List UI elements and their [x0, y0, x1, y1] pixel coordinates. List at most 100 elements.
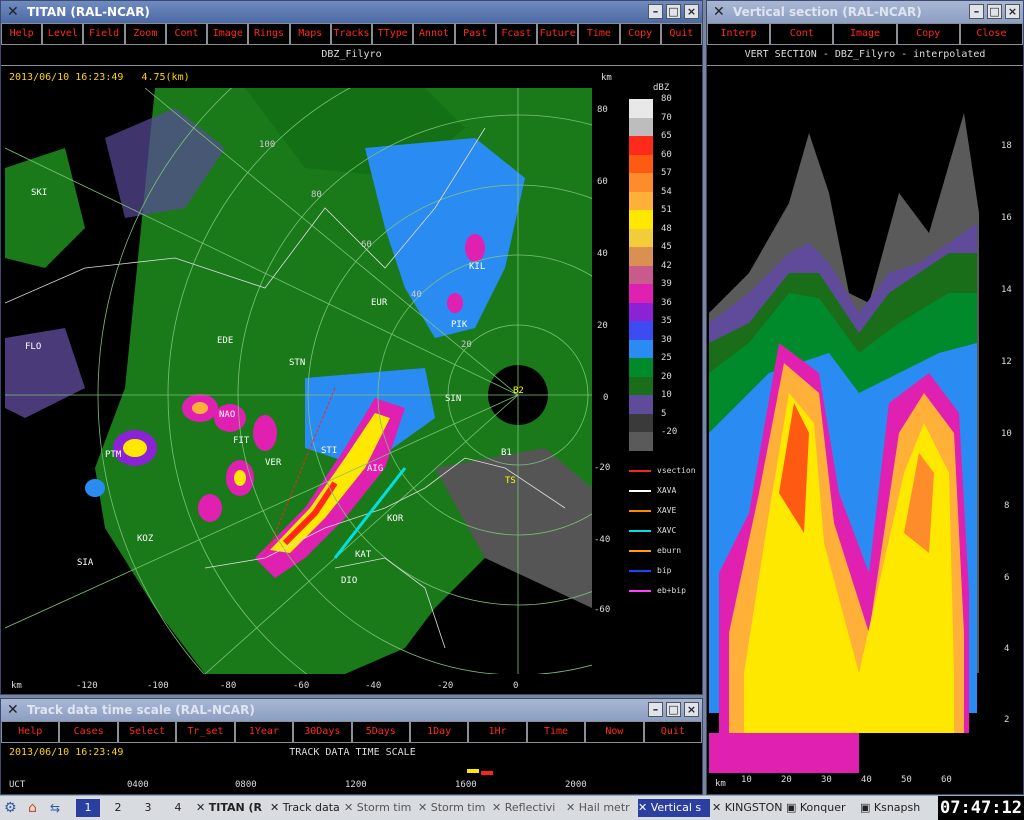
menu-help[interactable]: Help: [1, 721, 60, 743]
menu-cont[interactable]: Cont: [165, 23, 208, 45]
menu-quit[interactable]: Quit: [660, 23, 702, 45]
x-tick: -40: [365, 681, 382, 691]
menu-image[interactable]: Image: [833, 23, 897, 45]
vsec-y-tick: 18: [1001, 141, 1012, 151]
menu-help[interactable]: Help: [1, 23, 43, 45]
menu-tracks[interactable]: Tracks: [330, 23, 373, 45]
vsection-titlebar[interactable]: ✕ Vertical section (RAL-NCAR) – □ ×: [707, 1, 1023, 23]
x-app-icon: ✕: [713, 4, 725, 20]
colorbar-swatch: [629, 413, 653, 433]
task-track[interactable]: ✕ Track data: [270, 799, 342, 817]
desktop-1[interactable]: 1: [76, 799, 100, 817]
time-marker-end[interactable]: [481, 771, 493, 775]
menu-time[interactable]: Time: [578, 23, 620, 45]
menu-annot[interactable]: Annot: [413, 23, 455, 45]
minimize-icon[interactable]: –: [969, 4, 984, 19]
titan-window: ✕ TITAN (RAL-NCAR) – □ × Help Level Fiel…: [0, 0, 703, 695]
menu-copy[interactable]: Copy: [896, 23, 960, 45]
place-label: KOZ: [137, 534, 154, 544]
menu-quit[interactable]: Quit: [643, 721, 703, 743]
task-reflectivity[interactable]: ✕ Reflectivi: [492, 799, 564, 817]
task-titan[interactable]: ✕ TITAN (R: [196, 799, 266, 817]
x-app-icon: ✕: [7, 4, 19, 20]
colorbar-swatch: [629, 99, 653, 118]
menu-1day[interactable]: 1Day: [409, 721, 469, 743]
colorbar-swatch: [629, 321, 653, 340]
menu-maps[interactable]: Maps: [289, 23, 331, 45]
task-kingston[interactable]: ✕ KINGSTON: [712, 799, 784, 817]
menu-30days[interactable]: 30Days: [293, 721, 352, 743]
minimize-icon[interactable]: –: [648, 4, 663, 19]
task-label: KINGSTON: [724, 801, 783, 814]
place-label: B2: [513, 386, 524, 396]
colorbar-swatch: [629, 136, 653, 155]
desktop-4[interactable]: 4: [166, 799, 190, 817]
menu-rings[interactable]: Rings: [248, 23, 290, 45]
time-marker[interactable]: [467, 769, 479, 773]
y-tick: -20: [594, 463, 611, 473]
desktop-3[interactable]: 3: [136, 799, 160, 817]
colorbar-swatch: [629, 117, 653, 137]
track-titlebar[interactable]: ✕ Track data time scale (RAL-NCAR) – □ ×: [1, 699, 702, 721]
vsection-window-title: Vertical section (RAL-NCAR): [733, 5, 922, 19]
desktop-2[interactable]: 2: [106, 799, 130, 817]
close-icon[interactable]: ×: [1005, 4, 1020, 19]
legend-label: bip: [657, 566, 672, 575]
task-label: Storm tim: [430, 801, 486, 814]
menu-ttype[interactable]: TType: [372, 23, 414, 45]
colorbar-label: 51: [661, 205, 672, 216]
minimize-icon[interactable]: –: [648, 702, 663, 717]
task-storm-1[interactable]: ✕ Storm tim: [344, 799, 416, 817]
close-icon[interactable]: ×: [684, 4, 699, 19]
menu-past[interactable]: Past: [454, 23, 496, 45]
x-tick: 0: [513, 681, 519, 691]
menu-now[interactable]: Now: [585, 721, 644, 743]
colorbar-swatch: [629, 432, 653, 451]
place-label: STI: [321, 446, 338, 456]
menu-fcast[interactable]: Fcast: [495, 23, 538, 45]
maximize-icon[interactable]: □: [666, 702, 681, 717]
menu-interp[interactable]: Interp: [707, 23, 771, 45]
menu-zoom[interactable]: Zoom: [124, 23, 166, 45]
menu-1hr[interactable]: 1Hr: [468, 721, 527, 743]
menu-cont[interactable]: Cont: [770, 23, 834, 45]
task-storm-2[interactable]: ✕ Storm tim: [418, 799, 490, 817]
place-label: DIO: [341, 576, 358, 586]
clock[interactable]: 07:47:12: [938, 796, 1024, 820]
maximize-icon[interactable]: □: [987, 4, 1002, 19]
network-icon[interactable]: ⇆: [50, 799, 70, 817]
menu-field[interactable]: Field: [83, 23, 125, 45]
task-konqueror[interactable]: ▣ Konquer: [786, 799, 858, 817]
vsection-plot[interactable]: [709, 73, 995, 773]
menu-level[interactable]: Level: [42, 23, 84, 45]
kde-menu-icon[interactable]: ⚙: [4, 799, 24, 817]
menu-cases[interactable]: Cases: [59, 721, 118, 743]
menu-copy[interactable]: Copy: [619, 23, 661, 45]
vsec-x-tick: 50: [901, 775, 912, 785]
vsec-x-tick: 40: [861, 775, 872, 785]
titan-titlebar[interactable]: ✕ TITAN (RAL-NCAR) – □ ×: [1, 1, 702, 23]
menu-select[interactable]: Select: [117, 721, 177, 743]
menu-time[interactable]: Time: [526, 721, 586, 743]
vsec-x-tick: 20: [781, 775, 792, 785]
place-label: AIG: [367, 464, 384, 474]
place-label: SIA: [77, 558, 94, 568]
y-tick: 0: [603, 393, 609, 403]
menu-1year[interactable]: 1Year: [234, 721, 294, 743]
menu-tr-set[interactable]: Tr_set: [176, 721, 235, 743]
x-app-icon: ✕: [566, 801, 579, 814]
menu-future[interactable]: Future: [537, 23, 579, 45]
maximize-icon[interactable]: □: [666, 4, 681, 19]
vsec-y-tick: 14: [1001, 285, 1012, 295]
x-app-icon: ✕: [712, 801, 725, 814]
close-icon[interactable]: ×: [684, 702, 699, 717]
radar-ppi-display[interactable]: SKI FLO EDE STN EUR KIL PIK SIN B2 NAO F…: [5, 88, 592, 674]
menu-close[interactable]: Close: [959, 23, 1024, 45]
menu-image[interactable]: Image: [207, 23, 249, 45]
menu-5days[interactable]: 5Days: [351, 721, 410, 743]
task-vertical[interactable]: ✕ Vertical s: [638, 799, 710, 817]
home-icon[interactable]: ⌂: [28, 799, 46, 817]
taskbar: ⚙ ⌂ ⇆ 1 2 3 4 ✕ TITAN (R ✕ Track data ✕ …: [0, 795, 1024, 820]
task-ksnapshot[interactable]: ▣ Ksnapsh: [860, 799, 932, 817]
task-hail[interactable]: ✕ Hail metr: [566, 799, 636, 817]
